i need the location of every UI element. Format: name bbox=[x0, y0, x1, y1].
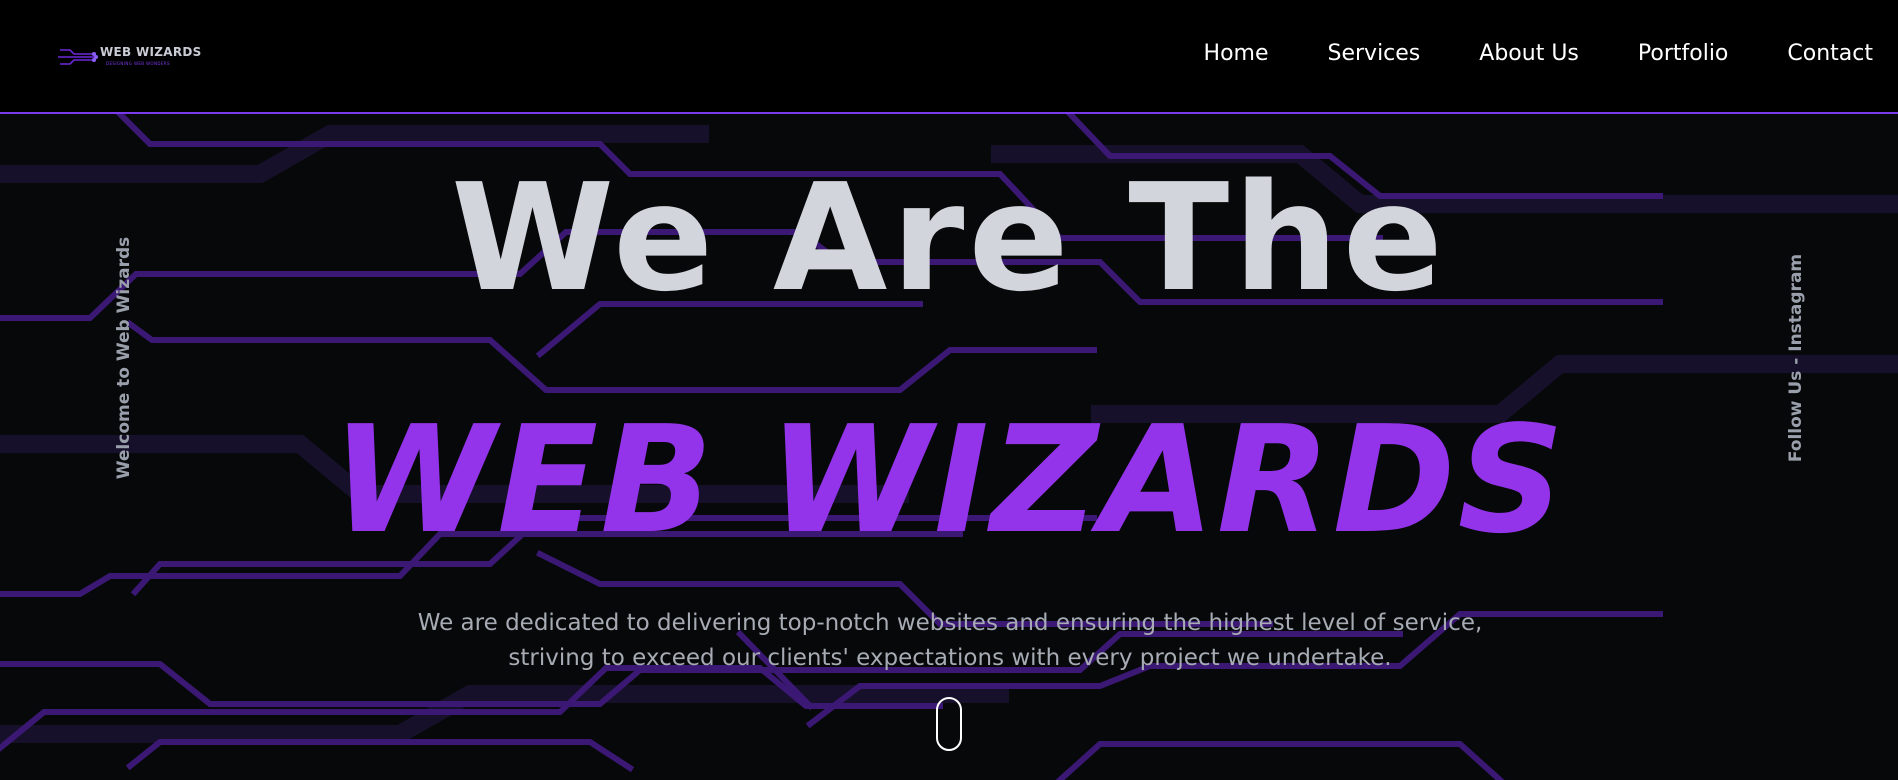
main-nav: Home Services About Us Portfolio Contact bbox=[1145, 41, 1873, 66]
nav-portfolio-link[interactable]: Portfolio bbox=[1638, 41, 1729, 66]
headline-brand: WEB WIZARDS bbox=[331, 394, 1567, 566]
headline-line-1: We Are The bbox=[450, 152, 1447, 324]
hero-description-line-2: striving to exceed our clients' expectat… bbox=[508, 645, 1392, 671]
page: WEB WIZARDS DESIGNING WEB WONDERS Home S… bbox=[0, 0, 1898, 780]
circuit-logo-icon bbox=[58, 49, 98, 65]
nav-services-link[interactable]: Services bbox=[1328, 41, 1421, 66]
logo-name: WEB WIZARDS bbox=[100, 45, 202, 59]
logo[interactable]: WEB WIZARDS DESIGNING WEB WONDERS bbox=[58, 44, 208, 70]
nav-contact-link[interactable]: Contact bbox=[1787, 41, 1873, 66]
mouse-scroll-icon[interactable] bbox=[936, 697, 962, 751]
hero-description: We are dedicated to delivering top-notch… bbox=[400, 606, 1500, 676]
logo-tagline: DESIGNING WEB WONDERS bbox=[106, 61, 170, 66]
nav-home-link[interactable]: Home bbox=[1204, 41, 1269, 66]
hero-description-line-1: We are dedicated to delivering top-notch… bbox=[417, 610, 1483, 636]
nav-about-link[interactable]: About Us bbox=[1479, 41, 1579, 66]
navbar: WEB WIZARDS DESIGNING WEB WONDERS Home S… bbox=[0, 0, 1898, 114]
